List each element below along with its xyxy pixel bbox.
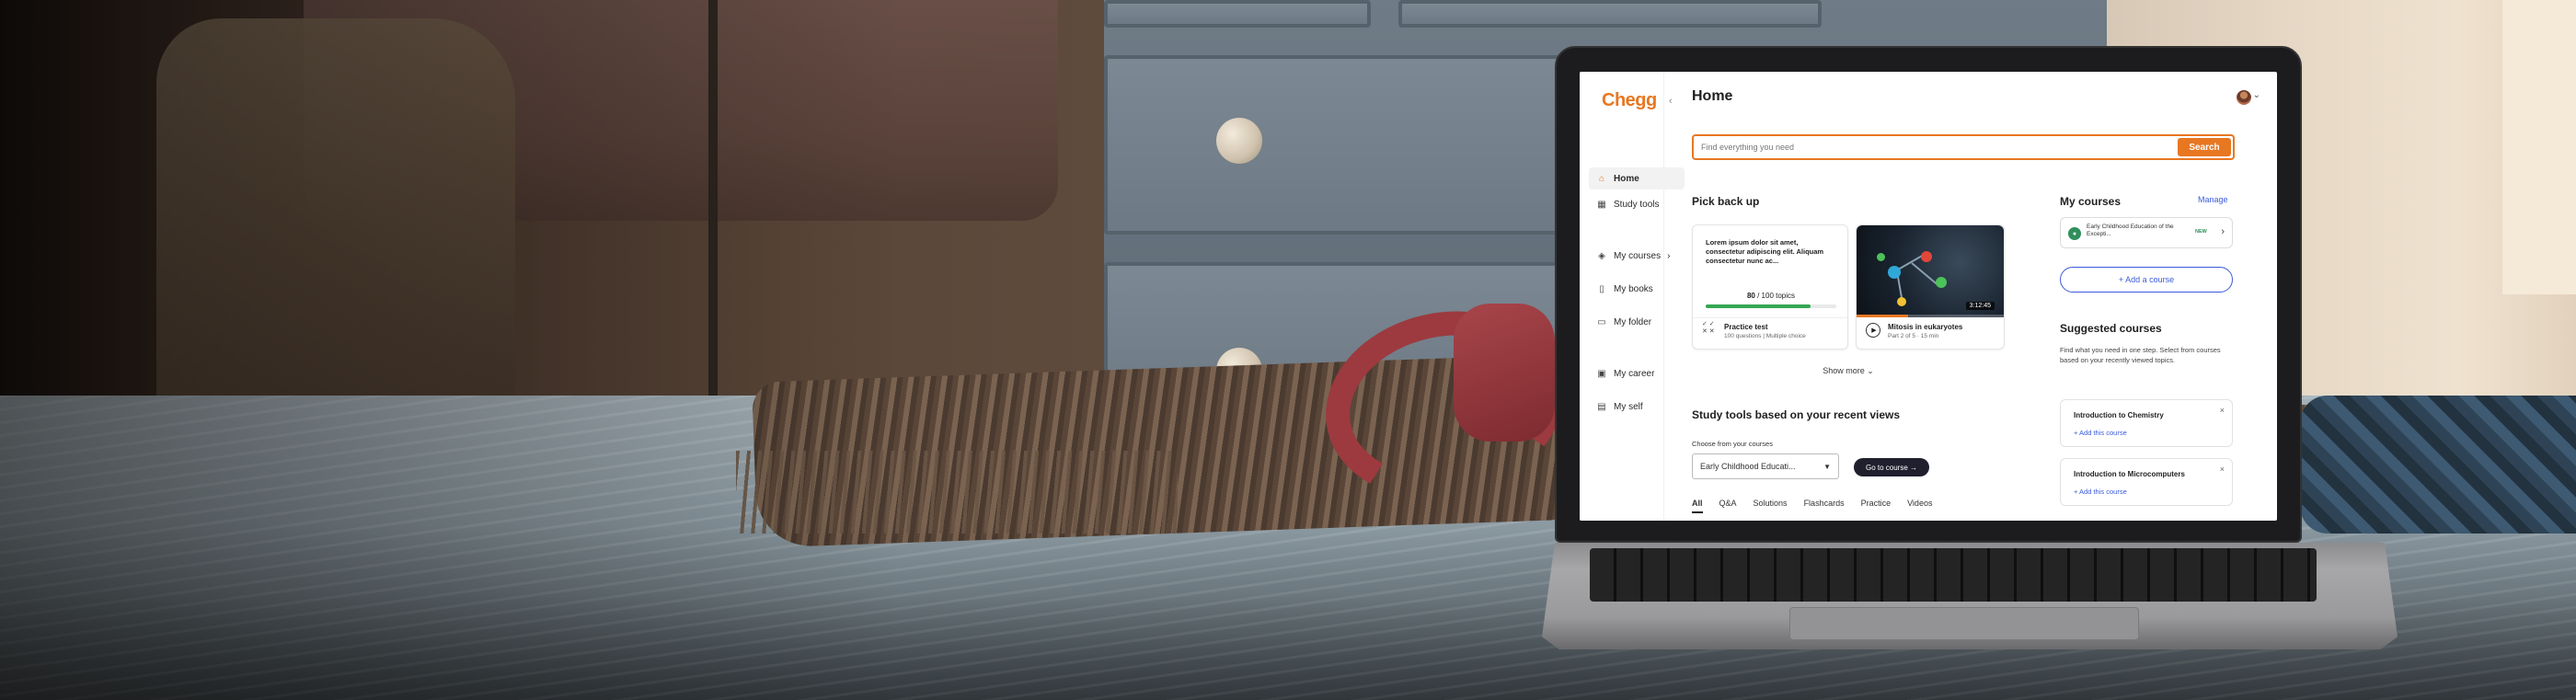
sidebar-item-label: My courses xyxy=(1614,250,1662,261)
molecule-atom xyxy=(1897,297,1906,306)
video-progress-fill xyxy=(1857,315,1908,317)
card-meta-title: Practice test xyxy=(1724,323,1768,331)
page-title: Home xyxy=(1692,88,1733,104)
search-input[interactable] xyxy=(1694,136,2172,158)
chegg-app: Chegg ‹ ⌂ Home ▦ Study tools ◈ My course… xyxy=(1580,72,2277,521)
chevron-down-icon[interactable]: ⌄ xyxy=(2253,90,2260,100)
course-select[interactable]: Early Childhood Educati... ▼ xyxy=(1692,453,1839,479)
suggested-course-title: Introduction to Chemistry xyxy=(2074,411,2164,419)
laptop-trackpad xyxy=(1789,607,2139,640)
suggested-course-title: Introduction to Microcomputers xyxy=(2074,470,2185,478)
pick-back-up-title: Pick back up xyxy=(1692,195,1760,208)
sidebar-item-label: Study tools xyxy=(1614,199,1660,210)
add-this-course-link[interactable]: + Add this course xyxy=(2074,488,2127,496)
book-icon: ▯ xyxy=(1599,283,1604,294)
sidebar: Chegg ‹ ⌂ Home ▦ Study tools ◈ My course… xyxy=(1580,72,1685,521)
sidebar-item-label: My self xyxy=(1614,401,1643,412)
laptop-keyboard xyxy=(1590,548,2317,602)
sidebar-item-label: My folder xyxy=(1614,316,1652,327)
tab-flashcards[interactable]: Flashcards xyxy=(1804,499,1845,513)
video-card[interactable]: 3:12:45 ▶ Mitosis in eukaryotes Part 2 o… xyxy=(1856,224,2005,350)
main-content: Home ⌄ Search Pick back up Lorem ipsum d… xyxy=(1692,72,2277,521)
grid-icon: ▦ xyxy=(1597,199,1606,210)
sidebar-item-my-folder[interactable]: ▭ My folder xyxy=(1589,311,1685,333)
suggested-course-card: Introduction to Microcomputers + Add thi… xyxy=(2060,458,2233,506)
chegg-logo[interactable]: Chegg xyxy=(1602,90,1657,111)
card-meta-subtitle: Part 2 of 5 · 15 min xyxy=(1888,333,1939,339)
show-more-link[interactable]: Show more ⌄ xyxy=(1692,366,2005,376)
card-meta-subtitle: 100 questions | Multiple choice xyxy=(1724,333,1806,339)
tab-all[interactable]: All xyxy=(1692,499,1703,513)
sidebar-item-my-courses[interactable]: ◈ My courses › xyxy=(1589,245,1685,267)
progress-bar xyxy=(1706,304,1836,308)
chevron-left-icon[interactable]: ‹ xyxy=(1669,96,1673,107)
search-bar: Search xyxy=(1692,134,2235,160)
sidebar-item-my-books[interactable]: ▯ My books xyxy=(1589,278,1685,300)
chevron-right-icon: › xyxy=(1667,250,1671,261)
video-thumbnail[interactable]: 3:12:45 xyxy=(1857,225,2004,317)
progress-count: 80 / 100 topics xyxy=(1746,292,1796,300)
sidebar-item-study-tools[interactable]: ▦ Study tools xyxy=(1589,193,1685,215)
folder-icon: ▭ xyxy=(1597,316,1606,327)
go-to-course-button[interactable]: Go to course → xyxy=(1854,458,1929,476)
avatar[interactable] xyxy=(2237,90,2251,105)
sidebar-item-my-self[interactable]: ▤ My self xyxy=(1589,396,1685,418)
close-icon[interactable]: × xyxy=(2220,465,2225,474)
card-description: Lorem ipsum dolor sit amet, consectetur … xyxy=(1706,238,1824,266)
trash-icon: ▤ xyxy=(1597,401,1606,412)
laptop-screen: Chegg ‹ ⌂ Home ▦ Study tools ◈ My course… xyxy=(1580,72,2277,521)
molecule-bond xyxy=(1911,262,1938,285)
suggested-description: Find what you need in one step. Select f… xyxy=(2060,346,2221,364)
manage-link[interactable]: Manage xyxy=(2198,195,2268,204)
my-courses-title: My courses xyxy=(2060,195,2122,208)
video-duration: 3:12:45 xyxy=(1965,302,1995,310)
sidebar-item-home[interactable]: ⌂ Home xyxy=(1589,167,1685,189)
briefcase-icon: ▣ xyxy=(1597,368,1606,379)
divider xyxy=(1693,317,1847,318)
card-meta-title: Mitosis in eukaryotes xyxy=(1888,323,1963,331)
practice-test-card[interactable]: Lorem ipsum dolor sit amet, consectetur … xyxy=(1692,224,1848,350)
new-badge: NEW xyxy=(2195,229,2207,235)
study-tool-tabs: All Q&A Solutions Flashcards Practice Vi… xyxy=(1692,499,1932,513)
course-name: Early Childhood Education of the Excepti… xyxy=(2087,224,2174,238)
molecule-atom xyxy=(1888,266,1901,279)
add-this-course-link[interactable]: + Add this course xyxy=(2074,429,2127,437)
play-icon[interactable]: ▶ xyxy=(1866,323,1880,338)
tab-practice[interactable]: Practice xyxy=(1861,499,1892,513)
molecule-atom xyxy=(1921,251,1932,262)
chevron-right-icon: › xyxy=(2221,226,2225,237)
check-cross-icon: ✓ ✓ ✕ ✕ xyxy=(1702,321,1715,336)
course-select-value: Early Childhood Educati... xyxy=(1700,462,1796,471)
caret-down-icon: ▼ xyxy=(1823,463,1831,471)
suggested-courses-title: Suggested courses xyxy=(2060,322,2162,335)
study-tools-title: Study tools based on your recent views xyxy=(1692,408,1901,421)
home-icon: ⌂ xyxy=(1598,173,1605,184)
course-badge-icon: ● xyxy=(2068,227,2081,240)
search-button[interactable]: Search xyxy=(2178,138,2231,156)
layers-icon: ◈ xyxy=(1598,250,1605,261)
progress-bar-fill xyxy=(1706,304,1811,308)
molecule-atom xyxy=(1936,277,1947,288)
video-progress xyxy=(1857,315,2004,317)
suggested-course-card: Introduction to Chemistry + Add this cou… xyxy=(2060,399,2233,447)
sidebar-item-label: My career xyxy=(1614,368,1655,379)
sidebar-item-label: Home xyxy=(1614,173,1639,184)
tab-solutions[interactable]: Solutions xyxy=(1754,499,1788,513)
sidebar-item-label: My books xyxy=(1614,283,1653,294)
course-item[interactable]: ● Early Childhood Education of the Excep… xyxy=(2060,217,2233,248)
add-course-button[interactable]: + Add a course xyxy=(2060,267,2233,293)
choose-course-label: Choose from your courses xyxy=(1692,440,1773,448)
sidebar-item-my-career[interactable]: ▣ My career xyxy=(1589,362,1685,384)
tab-qa[interactable]: Q&A xyxy=(1719,499,1737,513)
tab-videos[interactable]: Videos xyxy=(1907,499,1932,513)
molecule-atom xyxy=(1877,253,1885,261)
close-icon[interactable]: × xyxy=(2220,406,2225,415)
